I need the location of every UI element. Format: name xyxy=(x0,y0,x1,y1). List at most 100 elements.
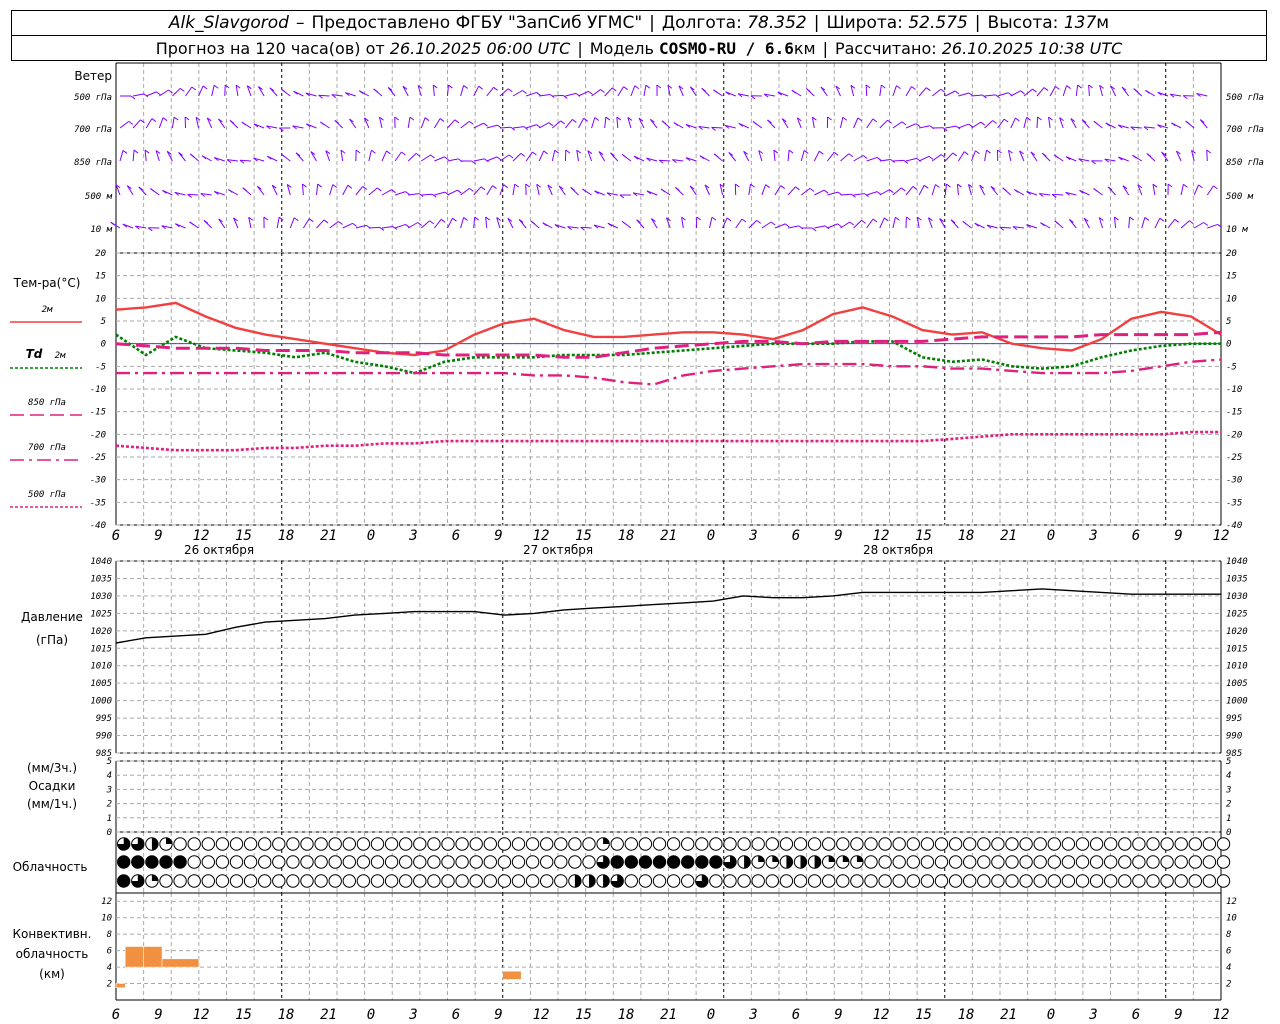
wind-barb-feather xyxy=(1093,188,1098,192)
wind-barb xyxy=(918,87,927,97)
wind-barb xyxy=(486,156,498,162)
wind-barb xyxy=(931,154,942,162)
cloud-cell-circle xyxy=(1118,874,1132,888)
wind-barb-feather xyxy=(520,152,526,157)
cloud-cell-circle xyxy=(751,837,765,851)
cloud-cell-circle xyxy=(384,837,399,851)
wind-barb-feather xyxy=(872,118,878,123)
wind-barb-feather xyxy=(833,151,839,156)
cloud-cell-circle xyxy=(356,855,371,869)
wind-barb-feather xyxy=(514,183,520,188)
cloud-cell-circle xyxy=(1146,837,1160,851)
cloud-cell-circle xyxy=(920,874,935,888)
wind-barb xyxy=(931,88,942,97)
wind-barb xyxy=(1036,116,1039,129)
wind-barb xyxy=(407,117,411,129)
wind-barb xyxy=(814,189,825,196)
wind-barb xyxy=(1036,87,1045,97)
x-tick-label-bottom: 3 xyxy=(1088,1007,1097,1023)
wind-barb xyxy=(774,223,786,229)
wind-barb xyxy=(381,225,393,229)
cloud-cell-circle xyxy=(441,855,455,869)
wind-barb-feather xyxy=(923,184,929,189)
cloud-cell-circle xyxy=(455,855,469,869)
wind-barb-feather xyxy=(621,153,627,158)
cloud-cell-circle xyxy=(737,874,751,888)
x-tick-label-bottom: 0 xyxy=(1047,1007,1055,1023)
wind-barb xyxy=(997,118,1005,129)
wind-barb-feather xyxy=(373,88,378,93)
wind-barb-feather xyxy=(946,183,951,188)
wind-barb-feather xyxy=(189,153,195,158)
wind-barb-feather xyxy=(696,216,702,221)
wind-barb xyxy=(958,92,970,97)
wind-barb xyxy=(748,184,752,196)
x-tick-label-bottom: 6 xyxy=(792,1007,800,1023)
wind-barb-feather xyxy=(1055,85,1060,90)
wind-barb-feather xyxy=(811,227,817,232)
temp-legend-label: 500 гПа xyxy=(28,490,66,500)
cloud-cell-fill xyxy=(744,855,751,869)
wind-barb xyxy=(971,121,982,129)
cloud-cell-circle xyxy=(638,874,653,888)
wind-barb-feather xyxy=(848,153,854,158)
conv-bar xyxy=(161,958,200,968)
cloud-cell-circle xyxy=(1174,837,1188,851)
wind-barb xyxy=(827,191,839,196)
wind-barb-feather xyxy=(394,116,400,121)
wind-barb xyxy=(787,186,796,196)
cloud-cell-circle xyxy=(258,837,272,851)
wind-barb xyxy=(1180,184,1184,196)
cloud-cell-circle xyxy=(1089,874,1104,888)
wind-barb xyxy=(761,184,767,196)
wind-barb-feather xyxy=(508,154,514,159)
x-tick-label: 15 xyxy=(915,528,932,544)
prec-ytick-right: 5 xyxy=(1226,757,1231,767)
wind-barb xyxy=(301,183,304,196)
wind-barb-feather xyxy=(1054,220,1060,225)
x-tick-label-bottom: 12 xyxy=(533,1007,550,1023)
wind-barb xyxy=(879,189,890,196)
cloud-cell-circle xyxy=(751,874,765,888)
wind-barb-feather xyxy=(522,90,527,94)
wind-barb xyxy=(1154,217,1161,229)
wind-barb-feather xyxy=(543,150,548,155)
wind-barb xyxy=(879,217,885,229)
x-tick-label-bottom: 15 xyxy=(235,1007,252,1023)
wind-level-label-left: 850 гПа xyxy=(74,158,112,168)
wind-barb-feather xyxy=(530,220,536,225)
x-tick-label-bottom: 9 xyxy=(154,1007,162,1023)
cloud-cell-circle xyxy=(525,874,540,888)
cloud-cell-fill xyxy=(117,874,130,888)
temp-ytick-left: -10 xyxy=(90,385,106,395)
pressure-unit: (гПа) xyxy=(36,633,68,647)
cloud-cell-circle xyxy=(737,837,751,851)
wind-barb xyxy=(218,218,226,229)
prec-ytick-left: 5 xyxy=(107,757,112,767)
pres-ytick-left: 1015 xyxy=(90,644,112,654)
cloud-cell-circle xyxy=(286,855,300,869)
wind-barb xyxy=(538,150,545,162)
wind-barb-feather xyxy=(926,87,931,92)
wind-barb xyxy=(892,121,903,129)
cloud-cell-circle xyxy=(624,837,638,851)
wind-barb-feather xyxy=(791,89,797,94)
temp-ytick-right: 20 xyxy=(1226,249,1237,259)
cloud-cell-circle xyxy=(892,837,906,851)
wind-barb xyxy=(460,217,465,229)
wind-barb xyxy=(1193,184,1199,196)
wind-barb xyxy=(329,184,334,196)
wind-barb-feather xyxy=(784,223,790,228)
precip-unit-bottom: (мм/1ч.) xyxy=(27,797,77,811)
x-tick-label: 6 xyxy=(792,528,800,544)
wind-barb xyxy=(781,118,789,129)
cloud-cell-circle xyxy=(497,874,512,888)
conv-title1: Конвективн. xyxy=(13,927,92,941)
cloud-cell-circle xyxy=(342,855,356,869)
cloud-cell-circle xyxy=(342,874,356,888)
wind-barb xyxy=(434,219,442,229)
wind-barb xyxy=(211,85,215,97)
wind-barb-feather xyxy=(1015,117,1020,122)
wind-barb xyxy=(434,156,445,162)
cloud-cell-circle xyxy=(554,837,568,851)
